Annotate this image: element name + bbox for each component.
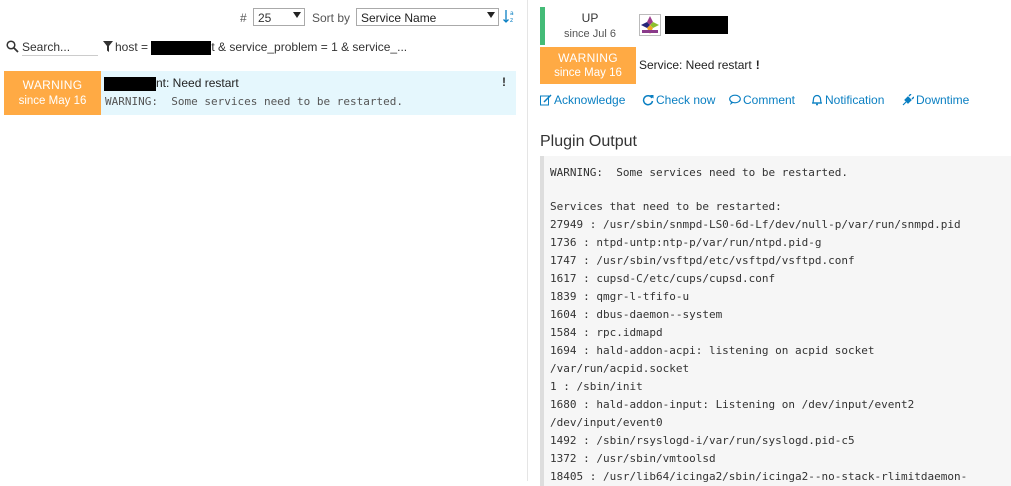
service-list-pane: # 25 Sort by Service Name a z host = t &… <box>0 0 520 481</box>
output-line: 1680 : hald-addon-input: Listening on /d… <box>550 398 915 411</box>
output-line: 1736 : ntpd-untp:ntp-p/var/run/ntpd.pid-… <box>550 236 822 249</box>
list-item[interactable]: WARNING since May 16 nt: Need restart ! … <box>4 71 516 115</box>
output-line: 1584 : rpc.idmapd <box>550 326 663 339</box>
output-line: 1747 : /usr/sbin/vsftpd/etc/vsftpd/vsftp… <box>550 254 855 267</box>
service-title-text: nt: Need restart <box>156 76 239 90</box>
redacted-hostname <box>104 76 156 91</box>
sort-select[interactable]: Service Name <box>356 8 499 26</box>
redacted-host-name <box>665 16 728 34</box>
limit-select[interactable]: 25 <box>253 8 305 26</box>
limit-value: 25 <box>258 11 272 25</box>
service-state-badge: WARNING since May 16 <box>540 47 636 84</box>
filter-suffix: t & service_problem = 1 & service_... <box>211 40 408 54</box>
output-line: /dev/input/event0 <box>550 416 663 429</box>
output-line: WARNING: Some services need to be restar… <box>550 166 849 179</box>
service-output: WARNING: Some services need to be restar… <box>105 95 404 108</box>
service-detail-pane: UP since Jul 6 WARNING since May 16 Serv… <box>528 0 1011 486</box>
output-line: Services that need to be restarted: <box>550 200 782 213</box>
chevron-down-icon <box>293 12 301 18</box>
search-input[interactable] <box>22 39 98 56</box>
output-line: 1372 : /usr/sbin/vmtoolsd <box>550 452 716 465</box>
edit-icon <box>540 94 552 106</box>
service-state: WARNING <box>558 51 618 65</box>
output-line: 1 : /sbin/init <box>550 380 643 393</box>
state-badge-warning: WARNING since May 16 <box>4 71 101 115</box>
plug-icon <box>902 94 914 106</box>
comment-label: Comment <box>743 93 796 107</box>
refresh-icon <box>642 94 654 106</box>
output-line: 1492 : /sbin/rsyslogd-i/var/run/syslogd.… <box>550 434 855 447</box>
redacted-hostname <box>151 40 212 55</box>
host-state: UP <box>581 11 599 25</box>
state-label: WARNING <box>22 78 83 92</box>
comment-icon <box>729 94 741 105</box>
service-title[interactable]: nt: Need restart <box>104 76 239 91</box>
acknowledge-label: Acknowledge <box>554 93 626 107</box>
service-name: Service: Need restart! <box>639 58 760 72</box>
output-line: 1617 : cupsd-C/etc/cups/cupsd.conf <box>550 272 776 285</box>
bell-icon <box>812 94 822 106</box>
filter-expression[interactable]: host = t & service_problem = 1 & service… <box>115 40 407 55</box>
service-state-since: since May 16 <box>554 67 622 79</box>
output-line: 18405 : /usr/lib64/icinga2/sbin/icinga2-… <box>550 470 968 483</box>
host-state-bar <box>540 7 545 45</box>
notification-label: Notification <box>825 93 885 107</box>
chevron-down-icon <box>487 12 495 18</box>
plugin-output-heading: Plugin Output <box>540 133 637 150</box>
unhandled-flag-icon: ! <box>502 75 506 89</box>
plugin-output-box: WARNING: Some services need to be restar… <box>540 156 1011 486</box>
unhandled-flag-icon: ! <box>755 58 760 72</box>
output-line: 1694 : hald-addon-acpi: listening on acp… <box>550 344 875 357</box>
check-now-label: Check now <box>656 93 716 107</box>
output-line: 1604 : dbus-daemon--system <box>550 308 723 321</box>
service-name-text: Service: Need restart <box>639 58 752 72</box>
limit-label: # <box>240 11 247 25</box>
output-line: 1839 : qmgr-l-tfifo-u <box>550 290 690 303</box>
filter-prefix: host = <box>115 40 152 54</box>
host-state-since: since Jul 6 <box>564 28 616 40</box>
downtime-label: Downtime <box>916 93 970 107</box>
centos-logo-icon <box>639 14 661 36</box>
svg-text:z: z <box>510 17 513 24</box>
filter-icon[interactable] <box>103 41 113 52</box>
sort-value: Service Name <box>361 11 437 25</box>
search-icon <box>6 40 19 53</box>
svg-text:a: a <box>510 10 514 17</box>
state-since: since May 16 <box>18 95 87 107</box>
sort-direction-icon[interactable]: a z <box>503 8 517 26</box>
sort-label: Sort by <box>312 11 351 25</box>
output-line: /var/run/acpid.socket <box>550 362 690 375</box>
output-line: 27949 : /usr/sbin/snmpd-LS0-6d-Lf/dev/nu… <box>550 218 961 231</box>
